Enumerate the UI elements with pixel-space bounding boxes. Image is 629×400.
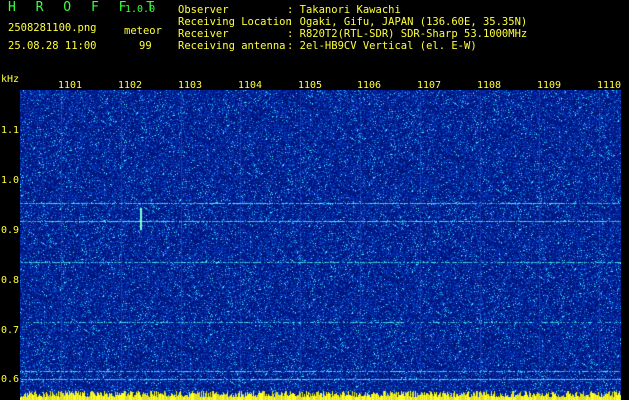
frequency-tick-label: 0.6 (1, 374, 20, 385)
header: H R O F F T 1.0.0 2508281100.png meteor … (0, 0, 629, 78)
location-value: : Ogaki, Gifu, JAPAN (136.60E, 35.35N) (287, 16, 528, 28)
frequency-tick-label: 0.9 (1, 225, 20, 236)
frequency-tick-label: 0.8 (1, 275, 20, 286)
meteor-count: 99 (139, 40, 152, 52)
receiver-label: Receiver (178, 28, 229, 40)
spectrogram-canvas (20, 90, 621, 400)
frequency-unit-label: kHz (1, 74, 20, 85)
observer-value: : Takanori Kawachi (287, 4, 401, 16)
app-version: 1.0.0 (125, 4, 156, 15)
antenna-label: Receiving antenna (178, 40, 286, 52)
frequency-tick-label: 1.0 (1, 175, 20, 186)
antenna-value: : 2el-HB9CV Vertical (el. E-W) (287, 40, 477, 52)
spectrogram (20, 90, 621, 400)
timestamp: 25.08.28 11:00 (8, 40, 97, 52)
frequency-tick-label: 1.1 (1, 125, 20, 136)
location-label: Receiving Location (178, 16, 292, 28)
mode-label: meteor (124, 25, 162, 37)
frequency-tick-label: 0.7 (1, 325, 20, 336)
receiver-value: : R820T2(RTL-SDR) SDR-Sharp 53.1000MHz (287, 28, 528, 40)
file-name: 2508281100.png (8, 22, 97, 34)
observer-label: Observer (178, 4, 229, 16)
